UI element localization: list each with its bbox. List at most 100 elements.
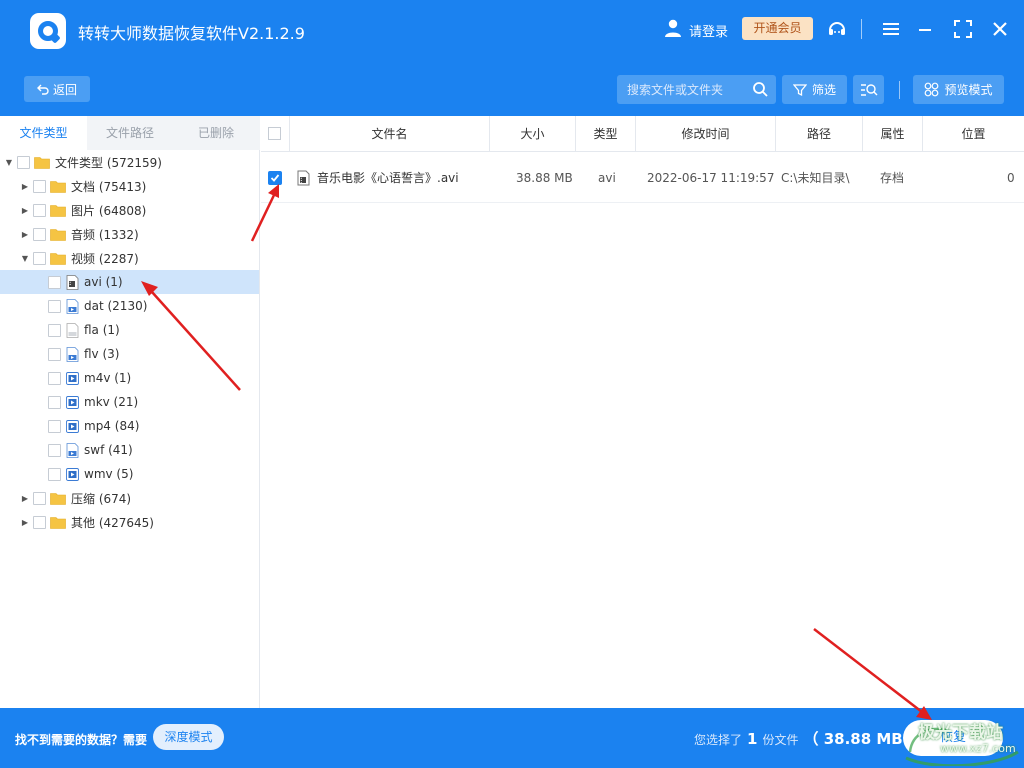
tree-item[interactable]: fla (1) [0, 318, 259, 342]
tree-checkbox[interactable] [48, 395, 61, 409]
tree-item[interactable]: dat (2130) [0, 294, 259, 318]
tree-item-label: mp4 (84) [84, 419, 140, 433]
tree-checkbox[interactable] [33, 251, 46, 265]
media-file-icon [66, 419, 79, 433]
tree-item[interactable]: ▶ 压缩 (674) [0, 486, 259, 510]
expand-arrow-icon[interactable]: ▶ [20, 181, 30, 191]
search-box[interactable] [617, 75, 776, 104]
tree-checkbox[interactable] [48, 371, 61, 385]
film-file-icon [66, 274, 79, 290]
watermark-url: www.xz7.com [940, 742, 1016, 755]
blank-file-icon [66, 322, 79, 338]
selection-unit: 份文件 [762, 733, 799, 747]
tree-item[interactable]: flv (3) [0, 342, 259, 366]
tree-item[interactable]: avi (1) [0, 270, 259, 294]
tree-item[interactable]: swf (41) [0, 438, 259, 462]
tree-item-label: avi (1) [84, 275, 123, 289]
tree-checkbox[interactable] [48, 299, 61, 313]
search-icon[interactable] [752, 81, 769, 98]
advanced-search-button[interactable] [853, 75, 884, 104]
back-button[interactable]: 返回 [24, 76, 90, 102]
select-all-checkbox[interactable] [268, 127, 281, 140]
col-position[interactable]: 位置 [923, 116, 1024, 152]
video-file-icon [66, 346, 79, 362]
tree-item-label: 音频 (1332) [71, 227, 139, 242]
col-modified[interactable]: 修改时间 [636, 116, 776, 152]
folder-icon [34, 156, 50, 169]
tree-checkbox[interactable] [33, 179, 46, 193]
tree-checkbox[interactable] [48, 419, 61, 433]
tree-item[interactable]: ▼ 视频 (2287) [0, 246, 259, 270]
headset-icon[interactable] [826, 18, 848, 40]
tab-file-type[interactable]: 文件类型 [0, 116, 87, 150]
filter-button[interactable]: 筛选 [782, 75, 847, 104]
tree-checkbox[interactable] [48, 347, 61, 361]
expand-arrow-icon[interactable]: ▶ [20, 517, 30, 527]
tree-checkbox[interactable] [48, 467, 61, 481]
tree-item[interactable]: ▶ 文档 (75413) [0, 174, 259, 198]
expand-arrow-icon[interactable]: ▶ [20, 205, 30, 215]
selection-prefix: 您选择了 [694, 733, 743, 747]
tree-item-label: 压缩 (674) [71, 491, 132, 506]
tree-item[interactable]: wmv (5) [0, 462, 259, 486]
tree-item[interactable]: ▶ 其他 (427645) [0, 510, 259, 534]
col-attr[interactable]: 属性 [863, 116, 923, 152]
tree-item-label: swf (41) [84, 443, 133, 457]
media-file-icon [66, 371, 79, 385]
row-size: 38.88 MB [516, 171, 573, 185]
col-name[interactable]: 文件名 [290, 116, 490, 152]
user-icon[interactable] [663, 18, 683, 38]
bottom-bar: 找不到需要的数据？需要 深度模式 您选择了 1 份文件 （ 38.88 MB ）… [0, 708, 1024, 768]
tree-item[interactable]: ▶ 音频 (1332) [0, 222, 259, 246]
menu-icon[interactable] [880, 18, 902, 40]
tree-item[interactable]: ▶ 图片 (64808) [0, 198, 259, 222]
folder-icon [50, 492, 66, 505]
tree-item[interactable]: ▼ 文件类型 (572159) [0, 150, 259, 174]
maximize-icon[interactable] [952, 18, 974, 40]
cant-find-text: 找不到需要的数据？需要 [15, 733, 148, 747]
preview-mode-button[interactable]: 预览模式 [913, 75, 1004, 104]
col-type[interactable]: 类型 [576, 116, 636, 152]
tab-file-path[interactable]: 文件路径 [87, 116, 173, 150]
expand-arrow-icon[interactable]: ▶ [20, 493, 30, 503]
vip-button[interactable]: 开通会员 [742, 17, 813, 40]
close-icon[interactable] [989, 18, 1011, 40]
tree-item-label: 其他 (427645) [71, 515, 154, 530]
col-path[interactable]: 路径 [776, 116, 863, 152]
tree-item[interactable]: m4v (1) [0, 366, 259, 390]
table-row[interactable]: 音乐电影《心语誓言》.avi 38.88 MB avi 2022-06-17 1… [261, 153, 1024, 203]
folder-icon [50, 180, 66, 193]
tree-item-label: 图片 (64808) [71, 203, 147, 218]
folder-icon [50, 228, 66, 241]
selection-count: 1 [747, 730, 758, 748]
title-bar: 转转大师数据恢复软件V2.1.2.9 请登录 开通会员 [0, 0, 1024, 62]
folder-icon [50, 252, 66, 265]
login-link[interactable]: 请登录 [689, 21, 728, 40]
collapse-arrow-icon[interactable]: ▼ [20, 253, 30, 263]
search-input[interactable] [627, 81, 747, 98]
deep-mode-button[interactable]: 深度模式 [153, 724, 224, 750]
app-logo-icon [30, 13, 66, 49]
tree-item-label: mkv (21) [84, 395, 139, 409]
media-file-icon [66, 395, 79, 409]
video-file-icon [66, 442, 79, 458]
watermark: 极光下载站 www.xz7.com [900, 716, 1024, 768]
row-checkbox[interactable] [268, 171, 282, 185]
minimize-icon[interactable] [914, 18, 936, 40]
tree-checkbox[interactable] [33, 227, 46, 241]
tree-item[interactable]: mp4 (84) [0, 414, 259, 438]
tree-checkbox[interactable] [17, 155, 30, 169]
tree-checkbox[interactable] [33, 203, 46, 217]
preview-mode-label: 预览模式 [944, 83, 993, 97]
tree-checkbox[interactable] [48, 443, 61, 457]
collapse-arrow-icon[interactable]: ▼ [4, 157, 14, 167]
col-size[interactable]: 大小 [490, 116, 576, 152]
tree-checkbox[interactable] [48, 323, 61, 337]
tree-checkbox[interactable] [33, 515, 46, 529]
tree-checkbox[interactable] [33, 491, 46, 505]
tree-item[interactable]: mkv (21) [0, 390, 259, 414]
tree-checkbox[interactable] [48, 275, 61, 289]
expand-arrow-icon[interactable]: ▶ [20, 229, 30, 239]
tab-deleted[interactable]: 已删除 [173, 116, 259, 150]
film-file-icon [297, 170, 310, 186]
